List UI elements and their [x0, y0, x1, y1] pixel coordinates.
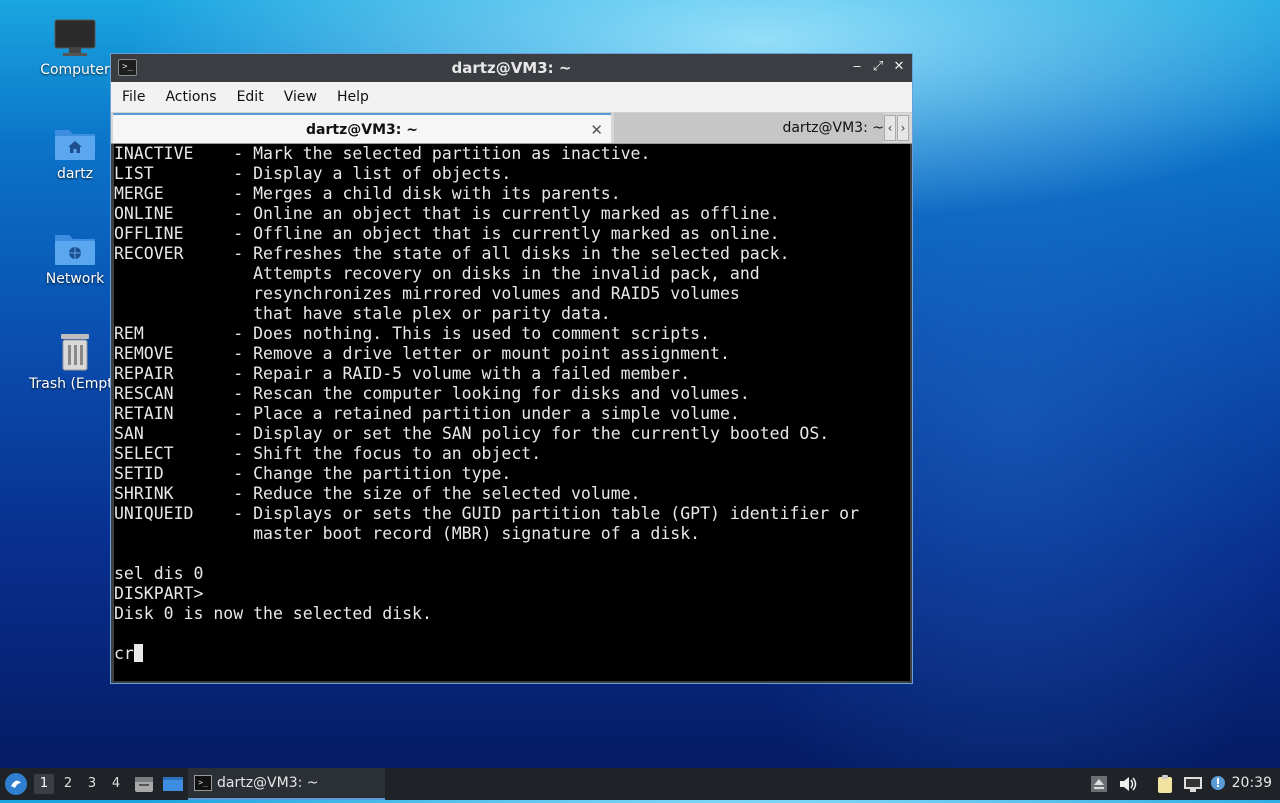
- terminal-line: OFFLINE - Offline an object that is curr…: [114, 224, 780, 243]
- terminal-line: that have stale plex or parity data.: [114, 304, 611, 323]
- terminal-line: LIST - Display a list of objects.: [114, 164, 512, 183]
- tab-close-icon[interactable]: ✕: [590, 115, 603, 145]
- clock[interactable]: 20:39: [1232, 775, 1272, 791]
- terminal-line: master boot record (MBR) signature of a …: [114, 524, 701, 543]
- workspace-3[interactable]: 3: [82, 774, 102, 794]
- task-label: dartz@VM3: ~: [217, 775, 319, 791]
- terminal-line: sel dis 0: [114, 564, 204, 583]
- workspace-4[interactable]: 4: [106, 774, 126, 794]
- computer-icon: [54, 19, 96, 56]
- tab-label: dartz@VM3: ~: [782, 120, 884, 136]
- terminal-line: REPAIR - Repair a RAID-5 volume with a f…: [114, 364, 691, 383]
- app-menu-icon: [6, 774, 26, 794]
- menu-view[interactable]: View: [275, 82, 326, 112]
- tab-bar: dartz@VM3: ~ ✕ dartz@VM3: ~ ‹ ›: [111, 113, 912, 144]
- workspace-1[interactable]: 1: [34, 774, 54, 794]
- terminal-line: Attempts recovery on disks in the invali…: [114, 264, 760, 283]
- terminal-line: RETAIN - Place a retained partition unde…: [114, 404, 740, 423]
- terminal-line: SETID - Change the partition type.: [114, 464, 512, 483]
- updates-icon[interactable]: [1209, 774, 1227, 794]
- menu-edit[interactable]: Edit: [228, 82, 273, 112]
- tab-label: dartz@VM3: ~: [306, 122, 418, 138]
- terminal-line: SELECT - Shift the focus to an object.: [114, 444, 542, 463]
- terminal-line: DISKPART>: [114, 584, 204, 603]
- terminal-line: SAN - Display or set the SAN policy for …: [114, 424, 830, 443]
- terminal-line: ONLINE - Online an object that is curren…: [114, 204, 780, 223]
- workspace-2[interactable]: 2: [58, 774, 78, 794]
- terminal-window: >_ dartz@VM3: ~ ‒ ⤢ ✕ File Actions Edit Vie…: [110, 53, 913, 684]
- trash-icon: [61, 334, 89, 371]
- tab-scroll-left-button[interactable]: ‹: [884, 115, 896, 141]
- terminal-line: INACTIVE - Mark the selected partition a…: [114, 144, 651, 163]
- start-menu-button[interactable]: [5, 773, 27, 795]
- terminal-prompt-line[interactable]: cr: [114, 644, 910, 664]
- terminal-line: RECOVER - Refreshes the state of all dis…: [114, 244, 790, 263]
- close-button[interactable]: ✕: [890, 58, 908, 76]
- show-desktop-icon[interactable]: [162, 774, 184, 794]
- file-manager-icon[interactable]: [134, 774, 154, 794]
- tab-terminal-2[interactable]: dartz@VM3: ~: [614, 113, 884, 143]
- taskbar-task-terminal[interactable]: >_ dartz@VM3: ~: [188, 768, 385, 800]
- network-folder-icon: [55, 235, 95, 265]
- menu-actions[interactable]: Actions: [156, 82, 225, 112]
- minimize-button[interactable]: ‒: [848, 58, 866, 76]
- menu-bar: File Actions Edit View Help: [111, 82, 912, 113]
- menu-help[interactable]: Help: [328, 82, 378, 112]
- terminal-icon: >_: [194, 775, 212, 791]
- terminal-line: Disk 0 is now the selected disk.: [114, 604, 432, 623]
- maximize-button[interactable]: ⤢: [869, 58, 887, 76]
- terminal-line: resynchronizes mirrored volumes and RAID…: [114, 284, 740, 303]
- eject-icon[interactable]: [1090, 774, 1108, 794]
- window-title: dartz@VM3: ~: [451, 59, 572, 77]
- terminal-input[interactable]: cr: [114, 644, 134, 663]
- network-icon[interactable]: [1182, 774, 1204, 794]
- home-folder-icon: [55, 130, 95, 160]
- terminal-line: UNIQUEID - Displays or sets the GUID par…: [114, 504, 860, 523]
- taskbar: 1 2 3 4 >_ dartz@VM3: ~ 20:39: [0, 768, 1280, 800]
- terminal-line: MERGE - Merges a child disk with its par…: [114, 184, 621, 203]
- tab-scroll-right-button[interactable]: ›: [897, 115, 909, 141]
- window-titlebar[interactable]: >_ dartz@VM3: ~ ‒ ⤢ ✕: [111, 54, 912, 82]
- terminal-output[interactable]: INACTIVE - Mark the selected partition a…: [114, 144, 910, 681]
- terminal-line: REMOVE - Remove a drive letter or mount …: [114, 344, 730, 363]
- text-cursor: [133, 644, 143, 662]
- terminal-line: SHRINK - Reduce the size of the selected…: [114, 484, 641, 503]
- clipboard-icon[interactable]: [1155, 774, 1175, 794]
- menu-file[interactable]: File: [113, 82, 154, 112]
- tab-terminal-1[interactable]: dartz@VM3: ~ ✕: [113, 113, 611, 143]
- terminal-line: REM - Does nothing. This is used to comm…: [114, 324, 711, 343]
- volume-icon[interactable]: [1118, 774, 1138, 794]
- terminal-line: RESCAN - Rescan the computer looking for…: [114, 384, 750, 403]
